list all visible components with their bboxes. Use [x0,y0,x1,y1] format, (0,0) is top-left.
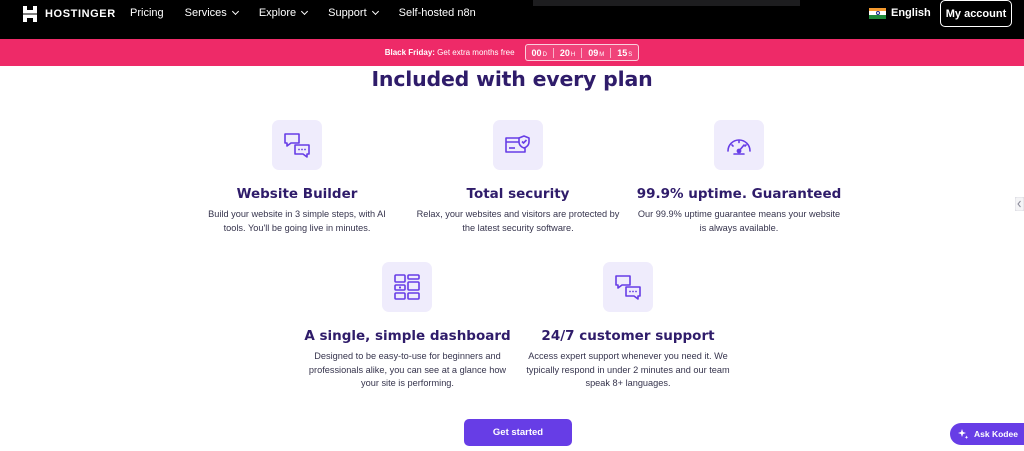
promo-banner[interactable]: Black Friday: Get extra months free 00 D … [0,39,1024,66]
nav-item-self-hosted-n8n[interactable]: Self-hosted n8n [399,7,476,19]
nav-item-label: Explore [258,7,297,19]
countdown-divider [552,47,554,58]
feature-icon-box [493,120,543,170]
hostinger-logo[interactable]: HOSTINGER [22,6,116,22]
chat-bubbles-icon [615,275,641,300]
promo-text: Get extra months free [437,48,515,57]
speedometer-icon [727,139,751,155]
countdown-divider [581,47,583,58]
countdown-seconds: 15 S [617,47,633,58]
feature-icon-box [603,262,653,312]
feature-uptime: 99.9% uptime. Guaranteed Our 99.9% uptim… [634,120,844,240]
nav-item-explore[interactable]: Explore [258,7,309,19]
nav-item-label: Self-hosted n8n [398,7,476,19]
countdown-divider [610,47,612,58]
feature-icon-box [714,120,764,170]
india-flag-icon [869,7,886,19]
feature-description: Our 99.9% uptime guarantee means your we… [637,209,841,233]
dashboard-grid-icon [394,274,420,300]
nav-item-support[interactable]: Support [328,7,379,19]
nav-item-label: Services [184,7,227,19]
ask-kodee-label: Ask Kodee [974,429,1018,439]
feature-dashboard: A single, simple dashboard Designed to b… [302,262,513,397]
feature-icon-box [272,120,322,170]
feature-description: Build your website in 3 simple steps, wi… [208,209,386,233]
top-navigation: HOSTINGER Pricing Services Explore Suppo… [0,0,1024,39]
section-heading: Included with every plan [371,67,653,91]
nav-item-label: Support [328,7,367,19]
logo-wordmark: HOSTINGER [45,8,116,20]
chevron-down-icon [231,7,239,16]
countdown-hours: 20 H [559,47,576,58]
chat-bubbles-icon [284,133,310,158]
feature-total-security: Total security Relax, your websites and … [413,120,623,240]
feature-title: 99.9% uptime. Guaranteed [636,186,842,202]
feature-title: A single, simple dashboard [304,328,511,344]
language-label: English [891,7,931,19]
feature-icon-box [382,262,432,312]
get-started-button[interactable]: Get started [464,419,572,446]
nav-links: Pricing Services Explore Support Self-ho… [130,0,497,26]
my-account-button[interactable]: My account [940,0,1012,27]
feature-description: Access expert support whenever you need … [526,351,730,388]
sparkle-icon [958,429,969,440]
ask-kodee-button[interactable]: Ask Kodee [950,423,1024,445]
feature-customer-support: 24/7 customer support Access expert supp… [523,262,733,397]
language-selector[interactable]: English [869,7,931,19]
countdown-days: 00 D [531,47,547,58]
countdown-minutes: 09 M [588,47,605,58]
feature-title: 24/7 customer support [541,328,715,344]
countdown-timer: 00 D 20 H 09 M 15 S [524,44,640,61]
nav-item-label: Pricing [130,7,164,19]
feature-website-builder: Website Builder Build your website in 3 … [197,120,397,240]
secure-card-icon [505,135,530,153]
feature-title: Total security [466,186,570,202]
feature-description: Relax, your websites and visitors are pr… [416,209,620,233]
nav-item-services[interactable]: Services [184,7,239,19]
nav-item-pricing[interactable]: Pricing [130,7,164,19]
feature-description: Designed to be easy-to-use for beginners… [308,351,507,388]
chevron-down-icon [301,7,309,16]
nav-overlay-strip [533,0,800,6]
feature-title: Website Builder [236,186,358,202]
chevron-down-icon [371,7,379,16]
side-panel-handle-icon[interactable] [1015,197,1024,211]
promo-label: Black Friday: [384,48,435,57]
hostinger-logo-icon [23,6,37,22]
